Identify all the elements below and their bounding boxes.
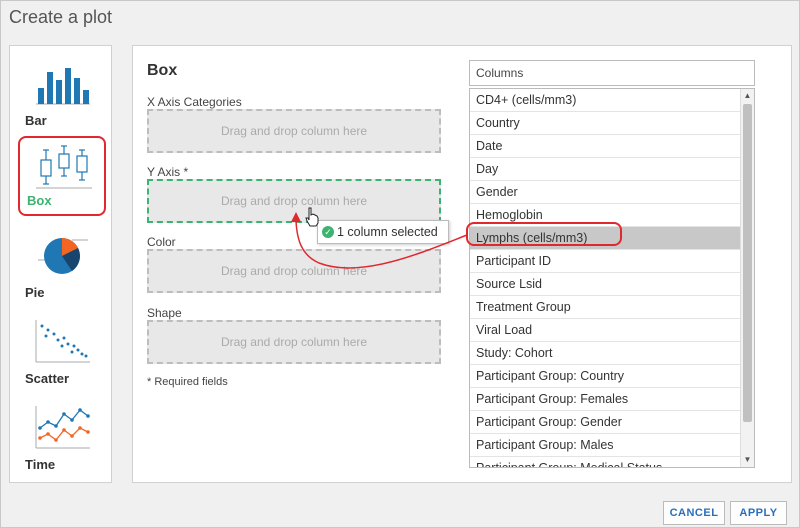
column-item[interactable]: Source Lsid [470, 273, 740, 296]
panel-heading: Box [147, 62, 178, 79]
column-item[interactable]: Participant Group: Medical Status [470, 457, 740, 467]
scatter-chart-icon [35, 320, 90, 363]
hand-cursor-icon [305, 207, 319, 227]
column-item[interactable]: Participant Group: Females [470, 388, 740, 411]
drop-zone-placeholder: Drag and drop column here [220, 124, 368, 138]
chart-type-box[interactable]: Box [18, 136, 106, 216]
time-chart-icon [35, 406, 90, 449]
chart-type-label: Bar [25, 113, 47, 128]
scroll-thumb[interactable] [743, 104, 752, 422]
create-plot-dialog: Create a plot Bar Box Pie Scatter Time B… [0, 0, 800, 528]
pie-chart-icon [38, 238, 88, 274]
check-circle-icon: ✓ [322, 226, 334, 238]
shape-label: Shape [147, 306, 182, 320]
column-item[interactable]: Viral Load [470, 319, 740, 342]
chart-type-label: Scatter [25, 371, 70, 386]
column-item[interactable]: CD4+ (cells/mm3) [470, 89, 740, 112]
columns-list[interactable]: CD4+ (cells/mm3) Country Date Day Gender… [469, 88, 755, 468]
drag-tooltip: ✓ 1 column selected [317, 220, 449, 244]
drop-zone-placeholder: Drag and drop column here [220, 194, 368, 208]
chart-type-time[interactable]: Time [18, 398, 106, 478]
drop-zone-placeholder: Drag and drop column here [220, 264, 368, 278]
column-item[interactable]: Date [470, 135, 740, 158]
columns-scrollbar[interactable]: ▲ ▼ [740, 89, 754, 467]
column-item[interactable]: Day [470, 158, 740, 181]
column-item[interactable]: Gender [470, 181, 740, 204]
chart-type-bar[interactable]: Bar [18, 54, 106, 134]
y-axis-drop-zone[interactable]: Drag and drop column here [147, 179, 441, 223]
chart-type-label: Time [25, 457, 56, 472]
chart-type-pie[interactable]: Pie [18, 226, 106, 306]
columns-header[interactable]: Columns [469, 60, 755, 86]
column-item[interactable]: Participant Group: Gender [470, 411, 740, 434]
dialog-title: Create a plot [9, 7, 113, 27]
x-axis-drop-zone[interactable]: Drag and drop column here [147, 109, 441, 153]
columns-header-label: Columns [476, 66, 524, 80]
chart-type-label: Box [27, 193, 52, 208]
drop-zone-placeholder: Drag and drop column here [220, 335, 368, 349]
column-item[interactable]: Treatment Group [470, 296, 740, 319]
selected-column-callout [466, 222, 622, 246]
apply-button[interactable]: APPLY [730, 501, 787, 525]
scroll-down-arrow-icon[interactable]: ▼ [741, 453, 754, 467]
chart-type-panel: Bar Box Pie Scatter Time [9, 45, 112, 483]
drag-tooltip-text: 1 column selected [337, 225, 438, 239]
color-drop-zone[interactable]: Drag and drop column here [147, 249, 441, 293]
column-item[interactable]: Participant Group: Males [470, 434, 740, 457]
column-item[interactable]: Country [470, 112, 740, 135]
shape-drop-zone[interactable]: Drag and drop column here [147, 320, 441, 364]
box-plot-icon [36, 145, 92, 189]
x-axis-label: X Axis Categories [147, 95, 242, 109]
field-mapping-panel: Box X Axis Categories Drag and drop colu… [132, 45, 792, 483]
chart-type-label: Pie [25, 285, 45, 300]
scroll-up-arrow-icon[interactable]: ▲ [741, 89, 754, 103]
y-axis-label: Y Axis * [147, 165, 189, 179]
bar-chart-icon [36, 68, 90, 105]
column-item[interactable]: Study: Cohort [470, 342, 740, 365]
column-item[interactable]: Participant ID [470, 250, 740, 273]
required-fields-note: * Required fields [147, 376, 228, 388]
chart-type-scatter[interactable]: Scatter [18, 312, 106, 392]
cancel-button[interactable]: CANCEL [663, 501, 725, 525]
column-item[interactable]: Participant Group: Country [470, 365, 740, 388]
color-label: Color [147, 235, 176, 249]
